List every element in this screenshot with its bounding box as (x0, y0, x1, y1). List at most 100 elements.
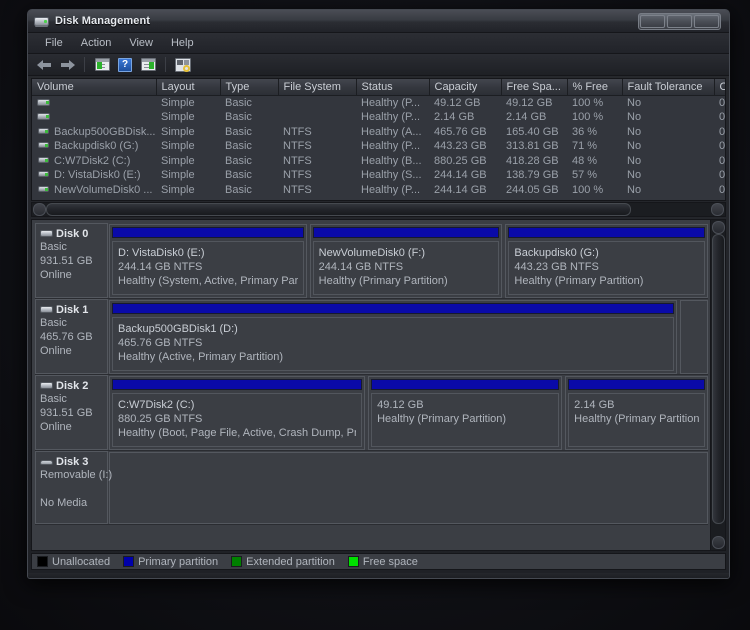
column-header-layout[interactable]: Layout (156, 79, 221, 96)
partition-name: Backup500GBDisk1 (D:) (118, 323, 238, 335)
column-header-free-space[interactable]: Free Spa... (501, 79, 568, 96)
volume-label: NewVolumeDisk0 ... (54, 183, 153, 196)
partition-block[interactable]: NewVolumeDisk0 (F:) 244.14 GB NTFS Healt… (309, 224, 503, 298)
forward-button[interactable] (57, 56, 77, 74)
show-hide-console-tree-button[interactable] (92, 56, 112, 74)
toolbar: ? (28, 54, 729, 76)
cell-type: Basic (225, 97, 252, 109)
disk-row[interactable]: Disk 1 Basic 465.76 GB Online Backup500G… (35, 299, 708, 375)
partition-block[interactable]: Backup500GBDisk1 (D:) 465.76 GB NTFS Hea… (109, 300, 678, 374)
fixed-disk-icon (40, 305, 54, 315)
disk-title: Disk 1 (40, 304, 103, 316)
desktop-background: Disk Management File Action View Help ? … (0, 0, 750, 630)
cell-free-space: 49.12 GB (506, 97, 553, 109)
disk-row[interactable]: Disk 0 Basic 931.51 GB Online D: VistaDi… (35, 223, 708, 299)
column-header-fault-tolerance[interactable]: Fault Tolerance (622, 79, 715, 96)
column-header-type[interactable]: Type (220, 79, 279, 96)
maximize-button[interactable] (667, 14, 692, 28)
column-header-percent-free[interactable]: % Free (567, 79, 623, 96)
rescan-disks-button[interactable] (173, 56, 193, 74)
disk-type: Basic (40, 317, 67, 329)
menu-item-view[interactable]: View (120, 35, 162, 51)
disk-row[interactable]: Disk 2 Basic 931.51 GB Online C:W7Disk2 … (35, 375, 708, 451)
partition-block[interactable]: D: VistaDisk0 (E:) 244.14 GB NTFS Health… (109, 224, 307, 298)
disk-header-disk-0[interactable]: Disk 0 Basic 931.51 GB Online (35, 223, 108, 298)
disk-partitions: C:W7Disk2 (C:) 880.25 GB NTFS Healthy (B… (108, 375, 708, 450)
close-button[interactable] (694, 14, 719, 28)
column-header-volume[interactable]: Volume (32, 79, 157, 96)
table-row[interactable]: Backup500GBDisk... Simple Basic NTFS Hea… (32, 125, 725, 140)
partition-block[interactable]: 49.12 GB Healthy (Primary Partition) (368, 376, 563, 450)
menu-item-action[interactable]: Action (72, 35, 121, 51)
partition-capacity-bar (371, 379, 560, 390)
minimize-button[interactable] (640, 14, 665, 28)
partition-size: 443.23 GB NTFS (514, 261, 599, 273)
column-header-status[interactable]: Status (356, 79, 430, 96)
help-button[interactable]: ? (115, 56, 135, 74)
table-row[interactable]: NewVolumeDisk0 ... Simple Basic NTFS Hea… (32, 183, 725, 198)
scroll-down-button[interactable] (711, 536, 725, 549)
cell-fault-tolerance: No (627, 183, 642, 196)
vertical-scroll-thumb[interactable] (711, 234, 725, 524)
no-media-block[interactable] (109, 452, 708, 524)
table-row[interactable]: Backupdisk0 (G:) Simple Basic NTFS Healt… (32, 139, 725, 154)
column-header-file-system[interactable]: File System (278, 79, 357, 96)
volume-list-horizontal-scrollbar[interactable] (31, 202, 726, 217)
cell-type: Basic (225, 154, 252, 167)
table-row[interactable]: D: VistaDisk0 (E:) Simple Basic NTFS Hea… (32, 168, 726, 183)
scroll-right-button[interactable] (711, 203, 724, 216)
partition-block[interactable]: 2.14 GB Healthy (Primary Partition) (565, 376, 708, 450)
volume-label: Backupdisk0 (G:) (54, 140, 139, 153)
disk-row[interactable]: Disk 3 Removable (I:) No Media (35, 451, 708, 525)
partition-body: 49.12 GB Healthy (Primary Partition) (371, 393, 560, 447)
disk-header-disk-1[interactable]: Disk 1 Basic 465.76 GB Online (35, 299, 108, 374)
cell-volume (32, 96, 156, 111)
back-button[interactable] (34, 56, 54, 74)
partition-capacity-bar (112, 227, 304, 238)
partition-size: 244.14 GB NTFS (118, 261, 203, 273)
volume-list[interactable]: Volume Layout Type File System Status Ca… (31, 78, 726, 201)
graphic-view-vertical-scrollbar[interactable] (710, 220, 725, 550)
table-row[interactable]: Simple Basic Healthy (P... 49.12 GB 49.1… (32, 96, 725, 111)
disk-status: Online (40, 421, 72, 433)
cell-overhead: 0 (719, 169, 726, 182)
disk-header-disk-3[interactable]: Disk 3 Removable (I:) No Media (35, 451, 112, 524)
cell-percent-free: 100 % (572, 183, 604, 196)
cell-volume: D: VistaDisk0 (E:) (32, 168, 156, 183)
window-controls (638, 12, 721, 30)
column-header-capacity[interactable]: Capacity (429, 79, 502, 96)
partition-body: Backupdisk0 (G:) 443.23 GB NTFS Healthy … (508, 241, 706, 295)
scroll-up-button[interactable] (711, 221, 725, 234)
cell-status: Healthy (P... (361, 140, 421, 153)
partition-block[interactable]: C:W7Disk2 (C:) 880.25 GB NTFS Healthy (B… (109, 376, 366, 450)
scroll-left-button[interactable] (33, 203, 46, 216)
table-row[interactable]: Simple Basic Healthy (P... 2.14 GB 2.14 … (32, 110, 725, 125)
unallocated-block[interactable] (680, 300, 708, 374)
menu-item-file[interactable]: File (36, 35, 72, 51)
horizontal-scroll-thumb[interactable] (46, 203, 632, 216)
show-hide-action-pane-button[interactable] (138, 56, 158, 74)
partition-block[interactable]: Backupdisk0 (G:) 443.23 GB NTFS Healthy … (505, 224, 708, 298)
partition-legend: Unallocated Primary partition Extended p… (31, 553, 726, 570)
cell-fault-tolerance: No (627, 154, 642, 167)
window-title-bar[interactable]: Disk Management (28, 10, 729, 33)
partition-status: Healthy (Active, Primary Partition) (118, 351, 284, 363)
disk-partitions: Backup500GBDisk1 (D:) 465.76 GB NTFS Hea… (108, 299, 708, 374)
table-row[interactable]: C:W7Disk2 (C:) Simple Basic NTFS Healthy… (32, 154, 725, 169)
cell-file-system: NTFS (283, 169, 312, 182)
vertical-scroll-track[interactable] (711, 234, 725, 536)
disk-name: Disk 0 (56, 228, 89, 240)
disk-header-disk-2[interactable]: Disk 2 Basic 931.51 GB Online (35, 375, 108, 450)
legend-swatch-unallocated (37, 556, 48, 567)
menu-item-help[interactable]: Help (162, 35, 203, 51)
partition-size: 465.76 GB NTFS (118, 337, 203, 349)
legend-item-unallocated: Unallocated (37, 556, 110, 568)
column-header-overhead[interactable]: O (714, 79, 725, 96)
toolbar-separator-2 (165, 57, 166, 72)
cell-percent-free: 57 % (572, 169, 598, 182)
horizontal-scroll-track[interactable] (46, 203, 711, 216)
partition-name: Backupdisk0 (G:) (514, 247, 599, 259)
disk-size: 931.51 GB (40, 255, 93, 267)
partition-name: D: VistaDisk0 (E:) (118, 247, 205, 259)
disk-size-spacer (40, 482, 103, 496)
